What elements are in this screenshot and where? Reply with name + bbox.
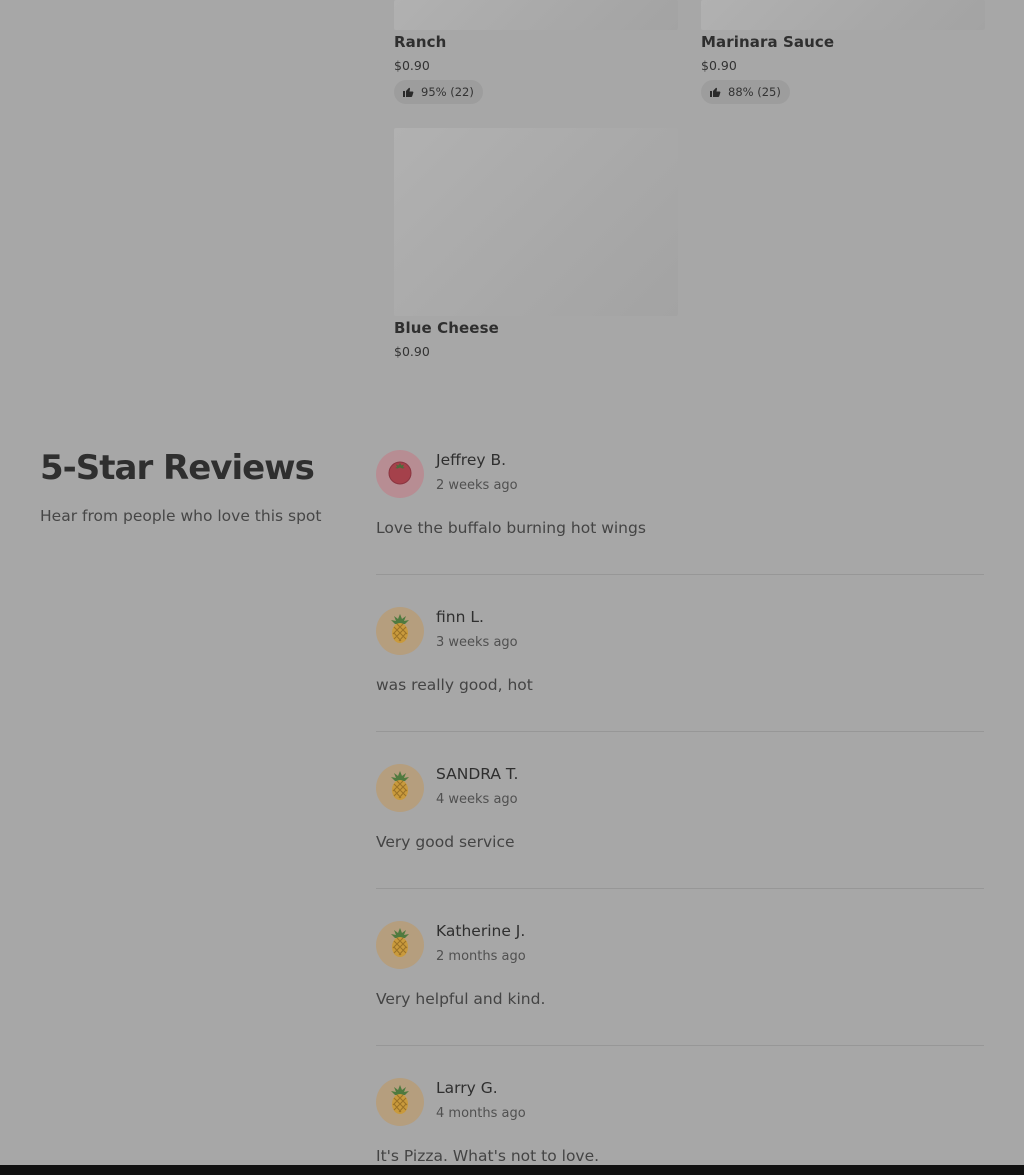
avatar bbox=[376, 1078, 424, 1126]
avatar bbox=[376, 450, 424, 498]
menu-item-image bbox=[394, 128, 678, 316]
pineapple-icon bbox=[386, 613, 414, 649]
tomato-icon bbox=[386, 458, 414, 490]
pineapple-icon bbox=[386, 1084, 414, 1120]
menu-item-image bbox=[701, 0, 985, 30]
review-time: 2 months ago bbox=[436, 949, 526, 964]
review-item: Jeffrey B. 2 weeks ago Love the buffalo … bbox=[376, 450, 984, 607]
avatar bbox=[376, 607, 424, 655]
review-time: 2 weeks ago bbox=[436, 478, 518, 493]
reviewer-name: finn L. bbox=[436, 608, 484, 626]
divider bbox=[376, 888, 984, 889]
review-text: It's Pizza. What's not to love. bbox=[376, 1147, 600, 1165]
menu-item-name: Blue Cheese bbox=[394, 319, 499, 337]
review-text: Very good service bbox=[376, 833, 515, 851]
pineapple-icon bbox=[386, 770, 414, 806]
reviewer-name: Jeffrey B. bbox=[436, 451, 507, 469]
review-text: Very helpful and kind. bbox=[376, 990, 546, 1008]
pineapple-icon bbox=[386, 927, 414, 963]
bottom-bar bbox=[0, 1165, 1024, 1175]
rating-text: 95% (22) bbox=[421, 85, 474, 99]
review-item: Katherine J. 2 months ago Very helpful a… bbox=[376, 921, 984, 1078]
menu-item-price: $0.90 bbox=[394, 58, 430, 73]
divider bbox=[376, 731, 984, 732]
thumbs-up-icon bbox=[709, 86, 721, 98]
thumbs-up-icon bbox=[402, 86, 414, 98]
review-item: Larry G. 4 months ago It's Pizza. What's… bbox=[376, 1078, 984, 1165]
avatar bbox=[376, 764, 424, 812]
rating-badge: 95% (22) bbox=[394, 80, 483, 104]
review-item: finn L. 3 weeks ago was really good, hot bbox=[376, 607, 984, 764]
menu-item-price: $0.90 bbox=[701, 58, 737, 73]
reviews-subtitle: Hear from people who love this spot bbox=[40, 507, 322, 525]
reviewer-name: Katherine J. bbox=[436, 922, 526, 940]
rating-text: 88% (25) bbox=[728, 85, 781, 99]
review-text: was really good, hot bbox=[376, 676, 533, 694]
review-time: 3 weeks ago bbox=[436, 635, 518, 650]
review-time: 4 months ago bbox=[436, 1106, 526, 1121]
rating-badge: 88% (25) bbox=[701, 80, 790, 104]
review-item: SANDRA T. 4 weeks ago Very good service bbox=[376, 764, 984, 921]
reviewer-name: SANDRA T. bbox=[436, 765, 519, 783]
menu-item-price: $0.90 bbox=[394, 344, 430, 359]
menu-item-image bbox=[394, 0, 678, 30]
avatar bbox=[376, 921, 424, 969]
review-text: Love the buffalo burning hot wings bbox=[376, 519, 646, 537]
review-time: 4 weeks ago bbox=[436, 792, 518, 807]
menu-item-name: Marinara Sauce bbox=[701, 33, 835, 51]
menu-item-name: Ranch bbox=[394, 33, 447, 51]
divider bbox=[376, 1045, 984, 1046]
reviews-title: 5-Star Reviews bbox=[40, 448, 315, 488]
divider bbox=[376, 574, 984, 575]
reviewer-name: Larry G. bbox=[436, 1079, 498, 1097]
